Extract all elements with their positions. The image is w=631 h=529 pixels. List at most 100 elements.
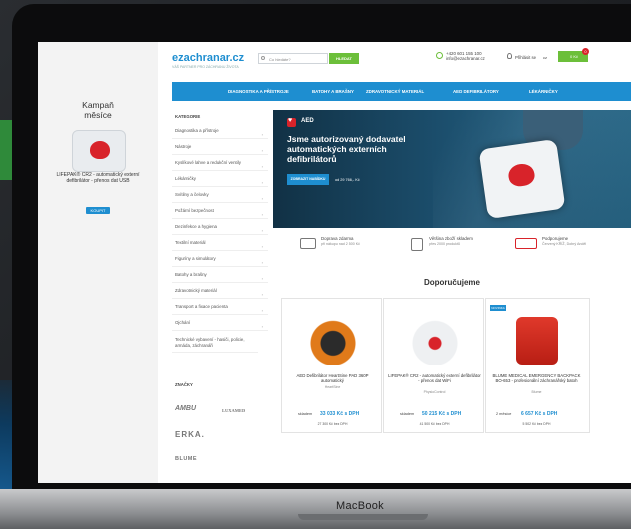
feature-support: Podporujeme Červený KŘÍŽ, Dobrý Anděl [542, 236, 586, 247]
campaign-title-line2: měsíce [84, 110, 112, 120]
hero-price: od 29 766,- Kč [335, 178, 360, 182]
feature-in-stock: Většina zboží skladem přes 2000 produktů [429, 236, 473, 247]
category-label: Svítilny a čelovky [175, 192, 209, 197]
chevron-right-icon: › [261, 180, 263, 185]
category-label: Požární bezpečnost [175, 208, 214, 213]
hero-tag: AED [301, 118, 314, 124]
site-logo[interactable]: ezachranar.cz [172, 52, 244, 64]
product-name[interactable]: LIFEPAK® CR2 - automatický externí defib… [388, 373, 481, 384]
category-item[interactable]: Kyslíkové lahve a redukční ventily › [172, 160, 268, 171]
category-label: Diagnostika a přístroje [175, 128, 219, 133]
product-name[interactable]: AED Defibrilátor HeartSine PAD 360P auto… [286, 373, 379, 384]
product-brand: Blume [531, 390, 542, 394]
campaign-product-text[interactable]: LIFEPAK® CR2 - automatický externí defib… [52, 172, 144, 184]
brands-title: ZNAČKY [175, 382, 193, 387]
category-label: Textilní materiál [175, 240, 206, 245]
category-item[interactable]: Ojchání › [172, 320, 268, 331]
brand-logo-blume[interactable]: BLUME [175, 456, 197, 462]
nav-item-batohy[interactable]: BATOHY A BRAŠNY [312, 82, 354, 101]
logo-tagline: VÁŠ PARTNER PRO ZÁCHRANU ŽIVOTA [172, 65, 239, 69]
hero-title: Jsme autorizovaný dodavatel automatickýc… [287, 134, 406, 164]
campaign-title: Kampaň měsíce [38, 100, 158, 120]
product-card-blume[interactable]: NOVINKA BLUME MEDICAL EMERGENCY BACKPACK… [485, 298, 590, 433]
chevron-right-icon: › [261, 212, 263, 217]
laptop-screen: Kampaň měsíce LIFEPAK® CR2 - automatický… [38, 42, 631, 483]
brand-logo-erka[interactable]: ERKA. [175, 430, 205, 439]
feature-title: Doprava zdarma [321, 236, 354, 241]
search-input[interactable]: Co hledáte? [258, 53, 328, 64]
category-item[interactable]: Svítilny a čelovky › [172, 192, 268, 203]
categories-title: KATEGORIE [175, 114, 201, 119]
category-label: Batohy a brašny [175, 272, 207, 277]
product-brand: PhysioControl [423, 390, 446, 394]
cart-count-badge: 0 [582, 48, 589, 55]
campaign-product-image[interactable] [72, 130, 126, 172]
phone-icon [436, 52, 443, 59]
category-item[interactable]: Dezinfekce a hygiena › [172, 224, 268, 235]
category-label: Nástroje [175, 144, 192, 149]
hero-banner[interactable]: AED Jsme autorizovaný dodavatel automati… [273, 110, 631, 228]
login-link[interactable]: Přihlásit se [515, 55, 536, 60]
chevron-right-icon: › [261, 292, 263, 297]
product-name[interactable]: BLUME MEDICAL EMERGENCY BACKPACK BO-653 … [490, 373, 583, 384]
chevron-right-icon: › [261, 276, 263, 281]
hero-cta-button[interactable]: ZOBRAZIT NABÍDKU [287, 174, 329, 185]
chevron-right-icon: › [261, 324, 263, 329]
email-address[interactable]: info@ezachranar.cz [446, 56, 485, 61]
campaign-sidebar: Kampaň měsíce LIFEPAK® CR2 - automatický… [38, 42, 158, 483]
category-label: Lékárničky [175, 176, 196, 181]
category-label: Dezinfekce a hygiena [175, 224, 217, 229]
product-price-net: 41 500 Kč bez DPH [419, 422, 450, 426]
device-label: MacBook [336, 500, 384, 512]
language-selector[interactable]: cz [543, 55, 547, 60]
feature-subtitle: Červený KŘÍŽ, Dobrý Anděl [542, 241, 587, 246]
category-item[interactable]: Figuríny a simulátory › [172, 256, 268, 267]
feature-subtitle: přes 2000 produktů [429, 241, 460, 246]
category-item[interactable]: Nástroje › [172, 144, 268, 155]
category-item[interactable]: Požární bezpečnost › [172, 208, 268, 219]
product-stock: skladem [298, 412, 313, 416]
nav-item-zdravotnicky-material[interactable]: ZDRAVOTNICKÝ MATERIÁL [366, 82, 424, 101]
category-item[interactable]: Transport a fixace pacienta › [172, 304, 268, 315]
search-button[interactable]: HLEDAT [329, 53, 359, 64]
chevron-right-icon: › [261, 196, 263, 201]
website: ezachranar.cz VÁŠ PARTNER PRO ZÁCHRANU Ž… [158, 42, 631, 483]
nav-item-diagnostika[interactable]: DIAGNOSTIKA A PŘÍSTROJE [228, 82, 289, 101]
product-price-net: 5 502 Kč bez DPH [522, 422, 551, 426]
category-item[interactable]: Zdravotnický materiál › [172, 288, 268, 299]
brand-logo-ambu[interactable]: AMBU [175, 405, 196, 412]
category-item[interactable]: Batohy a brašny › [172, 272, 268, 283]
product-stock: 2 měsíce [496, 412, 512, 416]
category-label: Kyslíkové lahve a redukční ventily [175, 160, 241, 165]
category-label: Zdravotnický materiál [175, 288, 217, 293]
product-image[interactable] [410, 317, 460, 365]
category-item[interactable]: Lékárničky › [172, 176, 268, 187]
category-label: Ojchání [175, 320, 191, 325]
heart-icon [90, 141, 110, 159]
product-brand: HeartSine [324, 385, 341, 389]
feature-subtitle: při nákupu nad 2 500 Kč [321, 241, 360, 246]
product-card-heartsine[interactable]: AED Defibrilátor HeartSine PAD 360P auto… [281, 298, 382, 433]
product-image[interactable] [516, 317, 558, 365]
search-icon [261, 56, 265, 60]
laptop-base [0, 489, 631, 529]
aed-heart-icon [287, 117, 296, 127]
category-label: Transport a fixace pacienta [175, 304, 228, 309]
delivery-truck-icon [300, 238, 316, 249]
product-image[interactable] [308, 317, 358, 365]
category-item[interactable]: Diagnostika a přístroje › [172, 128, 268, 139]
nav-item-aed[interactable]: AED DEFIBRILÁTORY [453, 82, 499, 101]
category-item[interactable]: Textilní materiál › [172, 240, 268, 251]
category-item[interactable]: Technické vybavení - hasiči, policie, ar… [172, 336, 258, 353]
feature-title: Většina zboží skladem [429, 236, 473, 241]
category-label: Figuríny a simulátory [175, 256, 216, 261]
brand-logo-luxamed[interactable]: LUXAMED [222, 408, 245, 413]
product-price: 50 215 Kč s DPH [422, 411, 462, 417]
laptop-notch [298, 514, 428, 520]
campaign-buy-button[interactable]: KOUPIT [86, 207, 110, 214]
new-badge: NOVINKA [490, 305, 506, 311]
chevron-right-icon: › [261, 260, 263, 265]
contact-info: +420 601 155 100 info@ezachranar.cz [446, 51, 485, 61]
nav-item-lekarnicky[interactable]: LÉKÁRNIČKY [529, 82, 558, 101]
product-card-lifepak[interactable]: LIFEPAK® CR2 - automatický externí defib… [383, 298, 484, 433]
